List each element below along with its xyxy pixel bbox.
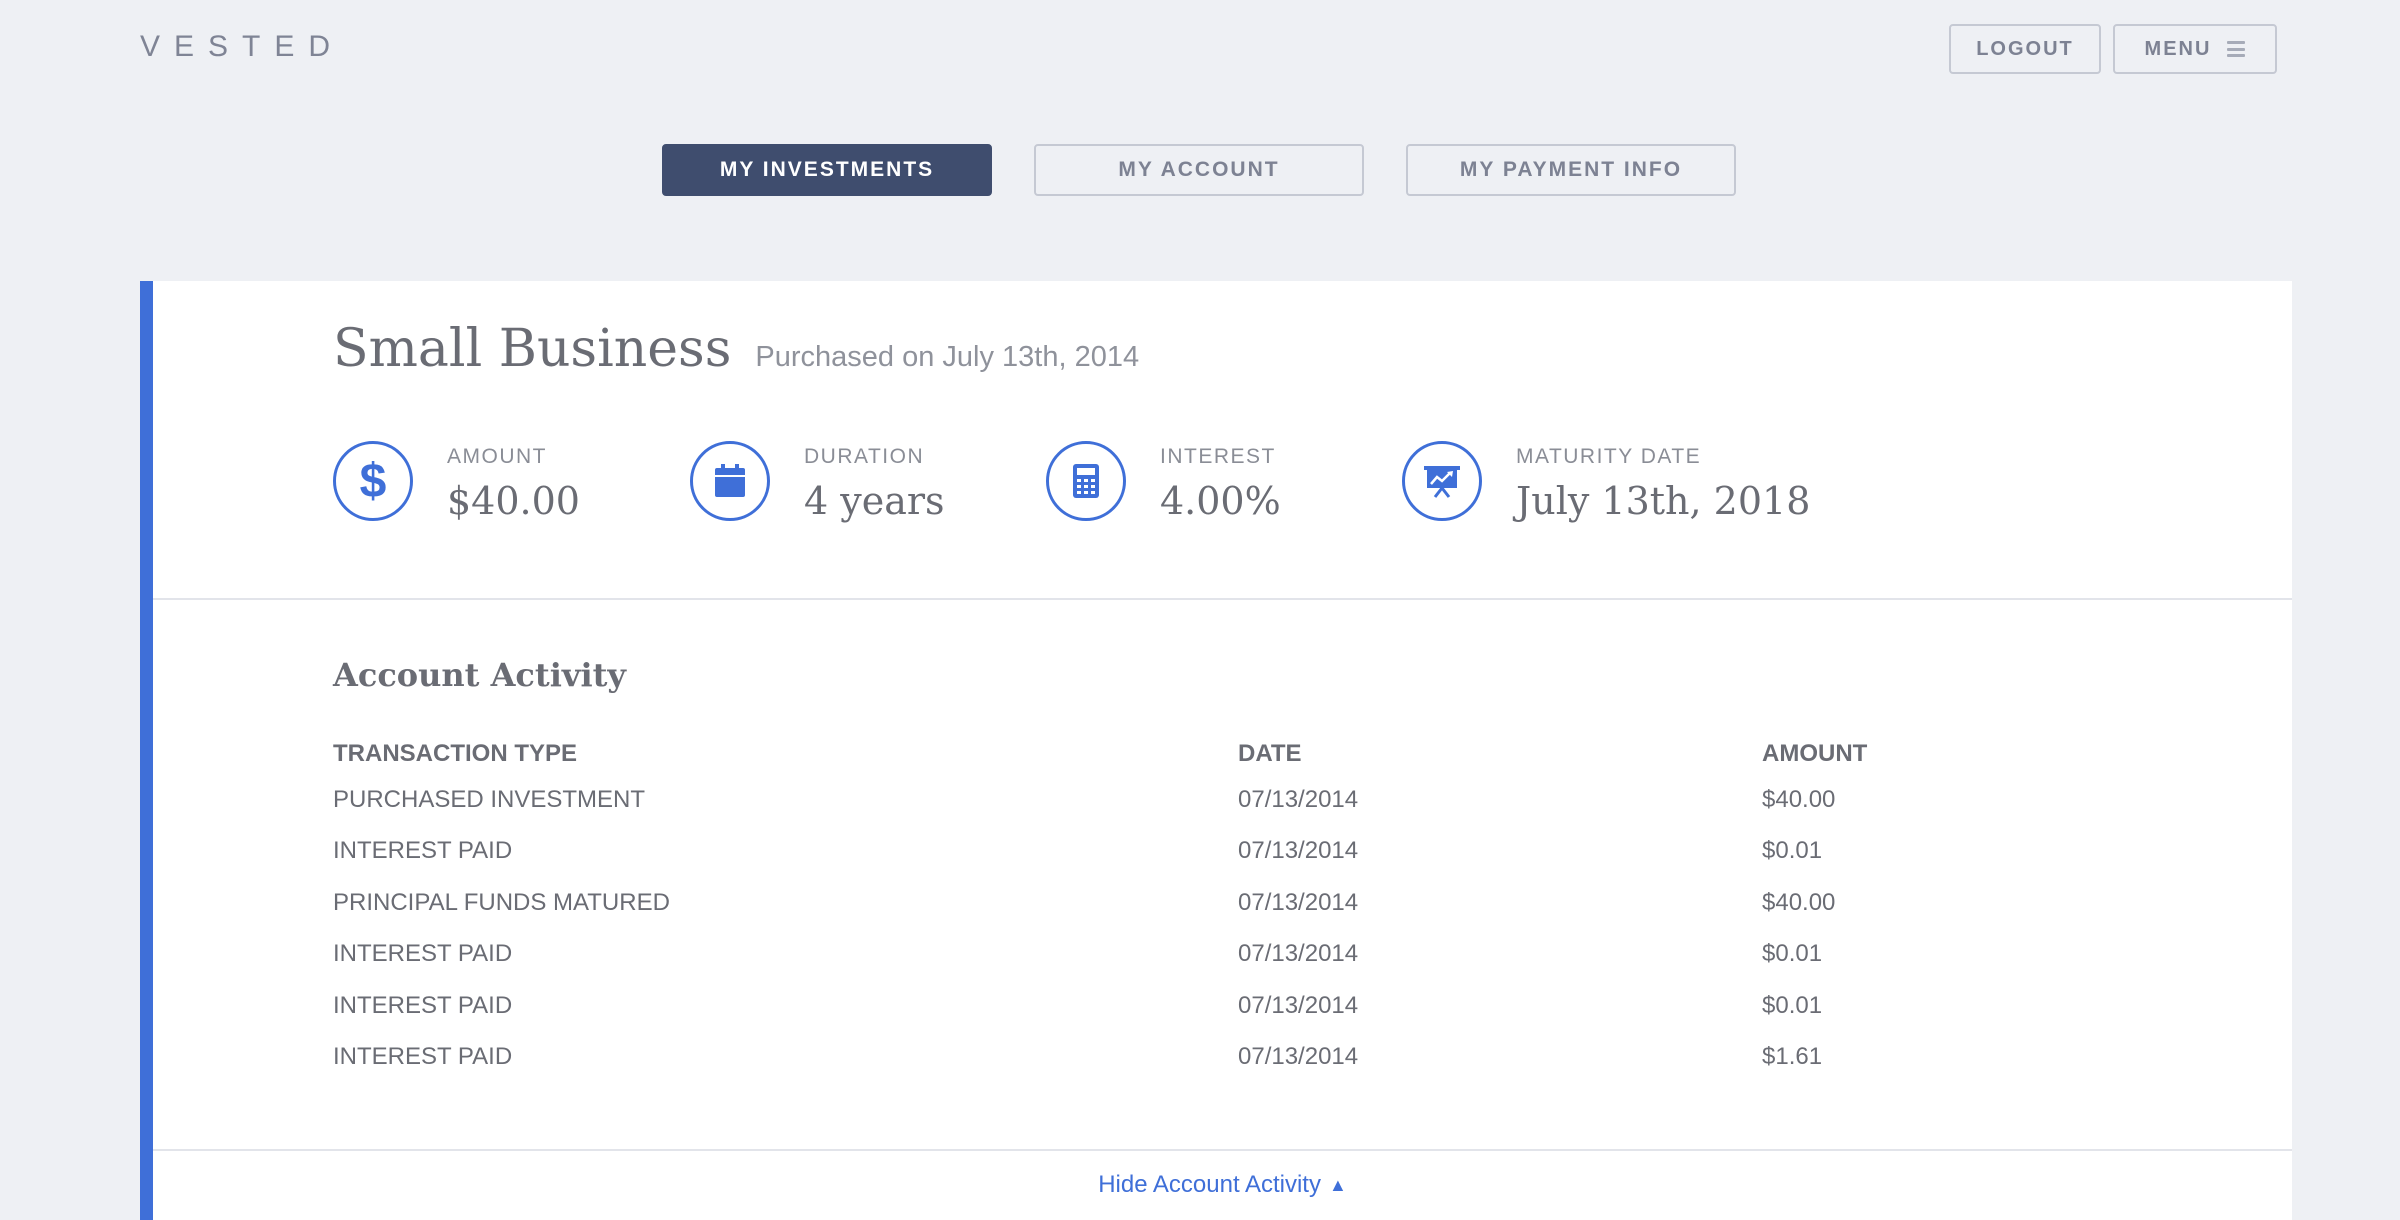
- activity-divider: [153, 1149, 2292, 1151]
- stat-label: INTEREST: [1160, 445, 1276, 468]
- table-row: INTEREST PAID 07/13/2014 $0.01: [333, 980, 2062, 1032]
- menu-label: MENU: [2144, 37, 2212, 60]
- tab-my-payment-info[interactable]: MY PAYMENT INFO: [1406, 144, 1736, 196]
- cell-amount: $0.01: [1762, 837, 1823, 865]
- investment-card: Small Business Purchased on July 13th, 2…: [140, 281, 2292, 1220]
- dollar-icon: $: [333, 441, 413, 521]
- investment-title: Small Business: [333, 319, 732, 379]
- table-row: PRINCIPAL FUNDS MATURED 07/13/2014 $40.0…: [333, 877, 2062, 929]
- hamburger-icon: [2227, 41, 2246, 57]
- menu-button[interactable]: MENU: [2113, 24, 2277, 74]
- header-actions: LOGOUT MENU: [1949, 24, 2277, 74]
- hide-activity-label: Hide Account Activity: [1098, 1171, 1321, 1198]
- stat-value: $40.00: [447, 479, 580, 523]
- cell-date: 07/13/2014: [1238, 888, 1359, 916]
- calculator-icon: [1046, 441, 1126, 521]
- table-row: INTEREST PAID 07/13/2014 $0.01: [333, 826, 2062, 878]
- stat-label: DURATION: [804, 445, 925, 468]
- stat-value: July 13th, 2018: [1516, 479, 1811, 523]
- brand-logo[interactable]: VESTED: [140, 30, 344, 64]
- investment-stats: $ AMOUNT $40.00 DURATION 4 years INTERES…: [333, 441, 1822, 523]
- stat-interest: INTEREST 4.00%: [1046, 441, 1402, 523]
- logout-button[interactable]: LOGOUT: [1949, 24, 2101, 74]
- stat-amount: $ AMOUNT $40.00: [333, 441, 690, 523]
- cell-date: 07/13/2014: [1238, 991, 1359, 1019]
- investment-title-row: Small Business Purchased on July 13th, 2…: [333, 319, 1139, 379]
- cell-date: 07/13/2014: [1238, 785, 1359, 813]
- cell-transaction-type: INTEREST PAID: [333, 837, 513, 865]
- stat-duration: DURATION 4 years: [690, 441, 1046, 523]
- investment-summary: Small Business Purchased on July 13th, 2…: [153, 281, 2292, 600]
- cell-amount: $0.01: [1762, 991, 1823, 1019]
- stat-label: AMOUNT: [447, 445, 547, 468]
- activity-title: Account Activity: [333, 656, 626, 694]
- cell-transaction-type: INTEREST PAID: [333, 940, 513, 968]
- stat-label: MATURITY DATE: [1516, 445, 1702, 468]
- table-row: INTEREST PAID 07/13/2014 $1.61: [333, 1032, 2062, 1084]
- tab-my-account[interactable]: MY ACCOUNT: [1034, 144, 1364, 196]
- calendar-icon: [690, 441, 770, 521]
- cell-date: 07/13/2014: [1238, 940, 1359, 968]
- table-row: PURCHASED INVESTMENT 07/13/2014 $40.00: [333, 774, 2062, 826]
- cell-date: 07/13/2014: [1238, 837, 1359, 865]
- tab-my-investments[interactable]: MY INVESTMENTS: [662, 144, 992, 196]
- chevron-up-icon: ▲: [1328, 1174, 1347, 1195]
- column-header-date: DATE: [1238, 740, 1302, 767]
- stat-maturity-date: MATURITY DATE July 13th, 2018: [1402, 441, 1822, 523]
- cell-transaction-type: PURCHASED INVESTMENT: [333, 785, 646, 813]
- table-row: INTEREST PAID 07/13/2014 $0.01: [333, 929, 2062, 981]
- cell-transaction-type: PRINCIPAL FUNDS MATURED: [333, 888, 670, 916]
- main-tabs: MY INVESTMENTS MY ACCOUNT MY PAYMENT INF…: [662, 144, 1736, 196]
- column-header-transaction-type: TRANSACTION TYPE: [333, 740, 578, 767]
- activity-table: TRANSACTION TYPE DATE AMOUNT PURCHASED I…: [333, 734, 2062, 1083]
- cell-transaction-type: INTEREST PAID: [333, 991, 513, 1019]
- logout-label: LOGOUT: [1976, 37, 2074, 60]
- column-header-amount: AMOUNT: [1762, 740, 1868, 767]
- stat-value: 4.00%: [1160, 479, 1281, 523]
- presentation-chart-icon: [1402, 441, 1482, 521]
- table-header-row: TRANSACTION TYPE DATE AMOUNT: [333, 734, 2062, 774]
- account-activity: Account Activity TRANSACTION TYPE DATE A…: [153, 600, 2292, 1083]
- cell-amount: $0.01: [1762, 940, 1823, 968]
- stat-value: 4 years: [804, 479, 945, 523]
- cell-amount: $40.00: [1762, 785, 1836, 813]
- cell-date: 07/13/2014: [1238, 1043, 1359, 1071]
- investment-purchase-date: Purchased on July 13th, 2014: [755, 341, 1140, 373]
- cell-transaction-type: INTEREST PAID: [333, 1043, 513, 1071]
- hide-activity-link[interactable]: Hide Account Activity ▲: [153, 1171, 2292, 1199]
- cell-amount: $40.00: [1762, 888, 1836, 916]
- cell-amount: $1.61: [1762, 1043, 1823, 1071]
